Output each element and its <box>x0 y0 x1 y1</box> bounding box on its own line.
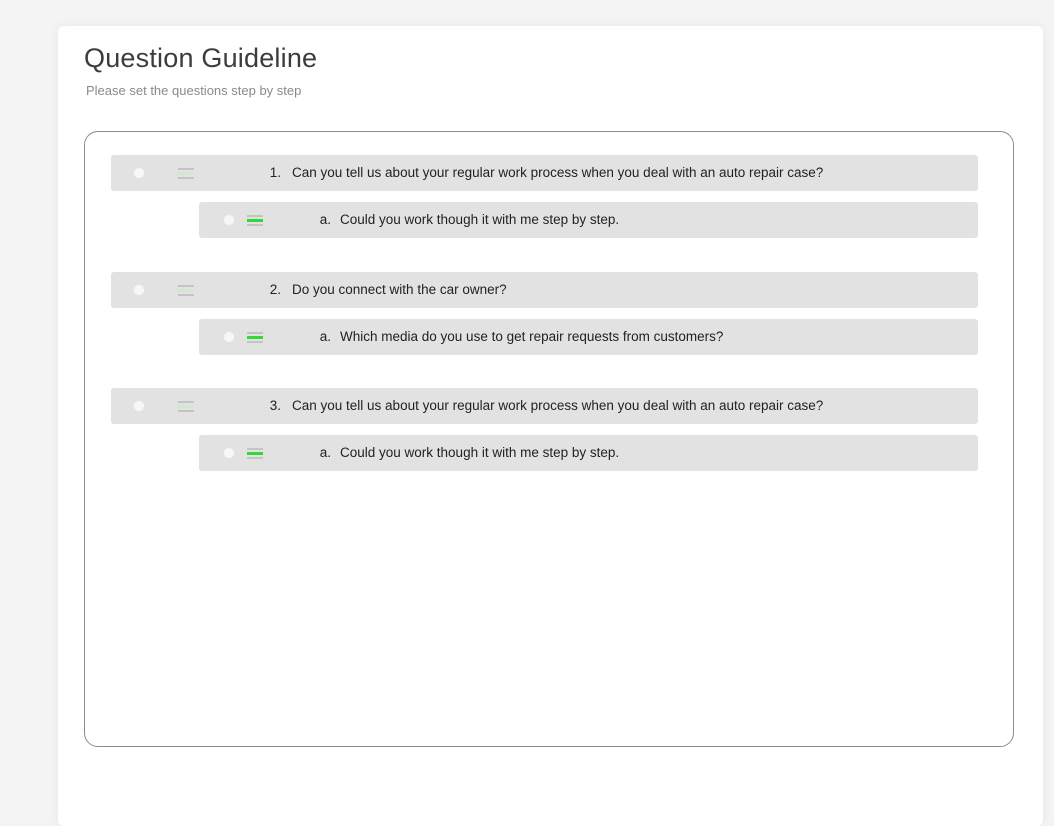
question-text: Can you tell us about your regular work … <box>292 165 824 180</box>
question-row[interactable]: 1. Can you tell us about your regular wo… <box>111 155 978 191</box>
question-row[interactable]: 3. Can you tell us about your regular wo… <box>111 388 978 424</box>
sub-question-text: Could you work though it with me step by… <box>340 212 620 227</box>
question-number: 2. <box>269 282 281 297</box>
question-guideline-card: Question Guideline Please set the questi… <box>58 26 1043 826</box>
drag-handle-icon[interactable] <box>178 400 194 413</box>
question-text: Do you connect with the car owner? <box>292 282 507 297</box>
question-select-radio[interactable] <box>134 168 144 178</box>
page-subtitle: Please set the questions step by step <box>86 83 302 98</box>
sub-question-letter: a. <box>319 445 331 460</box>
drag-handle-icon[interactable] <box>178 284 194 297</box>
sub-question-letter: a. <box>319 329 331 344</box>
drag-handle-icon[interactable] <box>247 214 263 227</box>
question-number: 3. <box>269 398 281 413</box>
page-title: Question Guideline <box>84 43 318 73</box>
question-number: 1. <box>269 165 281 180</box>
drag-handle-icon[interactable] <box>178 167 194 180</box>
question-select-radio[interactable] <box>134 401 144 411</box>
drag-handle-icon[interactable] <box>247 331 263 344</box>
question-select-radio[interactable] <box>134 285 144 295</box>
sub-question-select-radio[interactable] <box>224 448 234 458</box>
sub-question-letter: a. <box>319 212 331 227</box>
question-row[interactable]: 2. Do you connect with the car owner? <box>111 272 978 308</box>
sub-question-row[interactable]: a. Could you work though it with me step… <box>199 435 978 471</box>
question-list-container: 1. Can you tell us about your regular wo… <box>84 131 1014 747</box>
sub-question-select-radio[interactable] <box>224 215 234 225</box>
sub-question-row[interactable]: a. Could you work though it with me step… <box>199 202 978 238</box>
sub-question-text: Could you work though it with me step by… <box>340 445 620 460</box>
drag-handle-icon[interactable] <box>247 447 263 460</box>
sub-question-text: Which media do you use to get repair req… <box>340 329 724 344</box>
sub-question-row[interactable]: a. Which media do you use to get repair … <box>199 319 978 355</box>
sub-question-select-radio[interactable] <box>224 332 234 342</box>
question-text: Can you tell us about your regular work … <box>292 398 824 413</box>
